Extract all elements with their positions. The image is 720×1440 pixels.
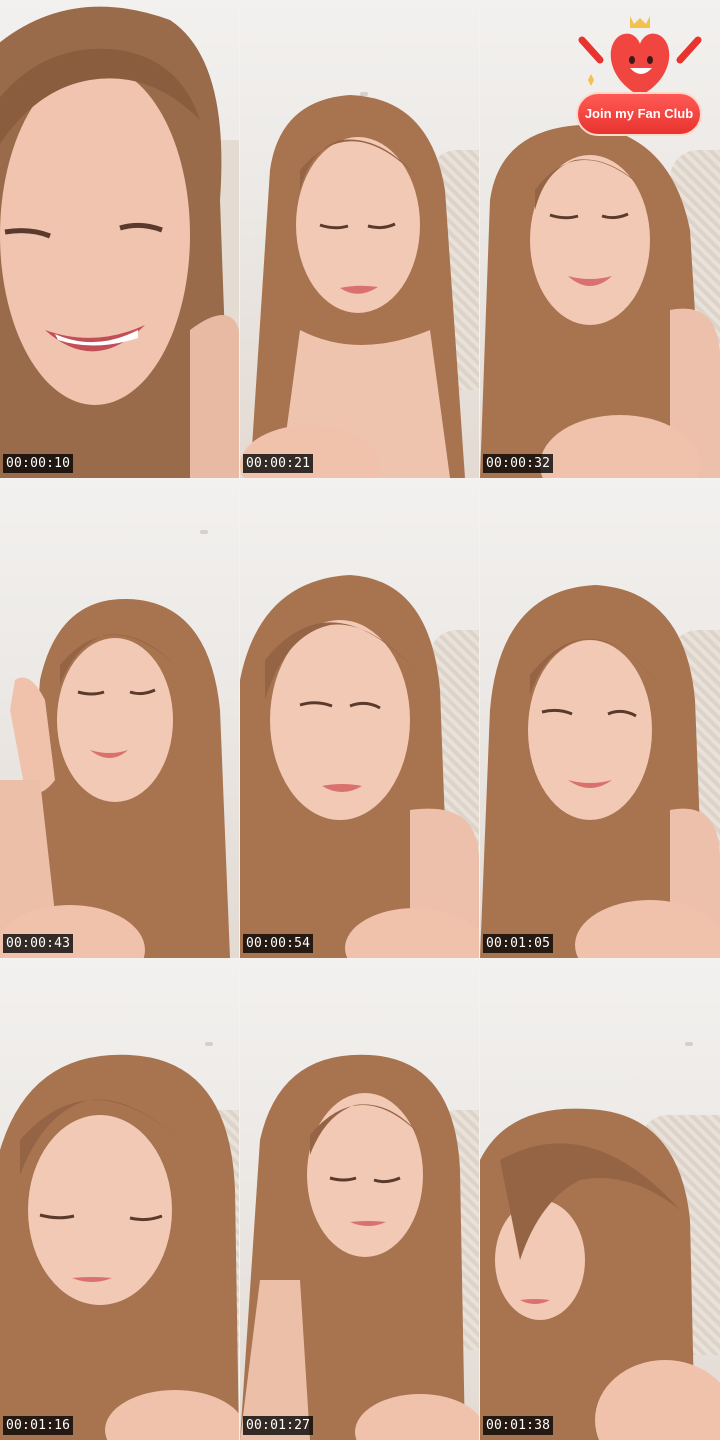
video-frame-6: 00:01:05 [480,480,720,958]
person-thumbnail [240,95,465,478]
timestamp-badge: 00:00:21 [243,454,314,473]
video-frame-grid: 00:00:10 00:00:21 Join my Fan Club 00:00… [0,0,720,1440]
person-thumbnail [480,585,720,958]
person-thumbnail [240,1054,479,1440]
timestamp-badge: 00:00:10 [3,454,74,473]
person-thumbnail [240,575,479,958]
video-frame-8: 00:01:27 [240,960,479,1440]
fan-club-overlay[interactable]: Join my Fan Club [572,10,708,142]
timestamp-badge: 00:01:16 [3,1416,74,1435]
timestamp-badge: 00:00:32 [483,454,554,473]
timestamp-badge: 00:01:05 [483,934,554,953]
video-frame-7: 00:01:16 [0,960,239,1440]
heart-mascot-icon [578,16,702,96]
timestamp-badge: 00:00:43 [3,934,74,953]
video-frame-1: 00:00:10 [0,0,239,478]
person-thumbnail [0,6,239,478]
video-frame-4: 00:00:43 [0,480,239,958]
person-thumbnail [0,599,230,958]
video-frame-3: Join my Fan Club 00:00:32 [480,0,720,478]
timestamp-badge: 00:01:38 [483,1416,554,1435]
person-thumbnail [0,1054,239,1440]
video-frame-9: 00:01:38 [480,960,720,1440]
video-frame-2: 00:00:21 [240,0,479,478]
timestamp-badge: 00:01:27 [243,1416,314,1435]
person-thumbnail [480,1108,720,1440]
timestamp-badge: 00:00:54 [243,934,314,953]
fan-club-button[interactable]: Join my Fan Club [576,92,702,136]
video-frame-5: 00:00:54 [240,480,479,958]
